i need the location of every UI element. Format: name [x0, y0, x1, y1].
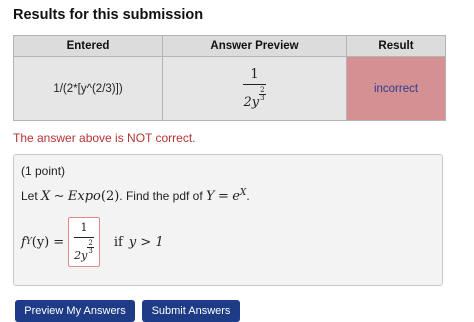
preview-answers-button[interactable]: Preview My Answers: [15, 300, 135, 322]
table-row: 1/(2*[y^(2/3)]) 1 2y 2 3 incorrect: [13, 56, 446, 121]
question-end: .: [246, 189, 250, 203]
question-prefix: Let: [21, 189, 38, 203]
entered-cell: 1/(2*[y^(2/3)]): [13, 56, 163, 121]
preview-exp-den: 3: [260, 93, 265, 102]
answer-line: f Y (y) = 1 2y 2 3 if y > 1: [21, 217, 164, 267]
equals-symbol: =: [217, 189, 229, 204]
var-y: Y: [206, 189, 215, 204]
tilde-symbol: ∼: [53, 189, 65, 204]
var-x: X: [41, 189, 51, 204]
results-table: Entered Answer Preview Result 1/(2*[y^(2…: [13, 35, 446, 121]
answer-fraction: 1 2y 2 3: [74, 221, 94, 263]
column-header-result: Result: [346, 35, 446, 57]
table-header-row: Entered Answer Preview Result: [13, 35, 446, 57]
status-message: The answer above is NOT correct.: [13, 131, 196, 145]
page-title: Results for this submission: [13, 7, 204, 23]
answer-preview-cell: 1 2y 2 3: [162, 56, 347, 121]
preview-exponent: 23: [259, 86, 266, 102]
problem-box: (1 point) Let X ∼ Expo(2). Find the pdf …: [13, 154, 443, 286]
question-text: Let X ∼ Expo(2). Find the pdf of Y = eX.: [21, 188, 250, 204]
submit-answers-button[interactable]: Submit Answers: [142, 300, 240, 322]
column-header-answer-preview: Answer Preview: [162, 35, 347, 57]
preview-numerator: 1: [243, 67, 266, 85]
result-cell: incorrect: [346, 56, 446, 121]
distribution-name: Expo: [67, 189, 101, 204]
lhs-arg: (y): [31, 234, 50, 250]
condition-if: if: [113, 234, 123, 250]
question-mid: . Find the pdf of: [119, 189, 203, 203]
answer-numerator: 1: [74, 221, 94, 238]
answer-exponent: 23: [87, 240, 94, 255]
base-e: e: [232, 189, 240, 204]
preview-denominator: 2y 2 3: [243, 85, 266, 110]
point-value: (1 point): [21, 164, 66, 178]
answer-input[interactable]: 1 2y 2 3: [68, 217, 100, 267]
answer-base: 2y: [74, 249, 88, 262]
answer-exp-den: 3: [88, 247, 93, 255]
column-header-entered: Entered: [13, 35, 163, 57]
preview-fraction: 1 2y 2 3: [243, 67, 266, 110]
preview-base: 2y: [243, 94, 260, 110]
distribution-param: (2): [100, 189, 120, 204]
condition-expression: y > 1: [128, 234, 164, 250]
answer-equals: =: [53, 234, 65, 250]
answer-denominator: 2y 2 3: [74, 238, 94, 263]
